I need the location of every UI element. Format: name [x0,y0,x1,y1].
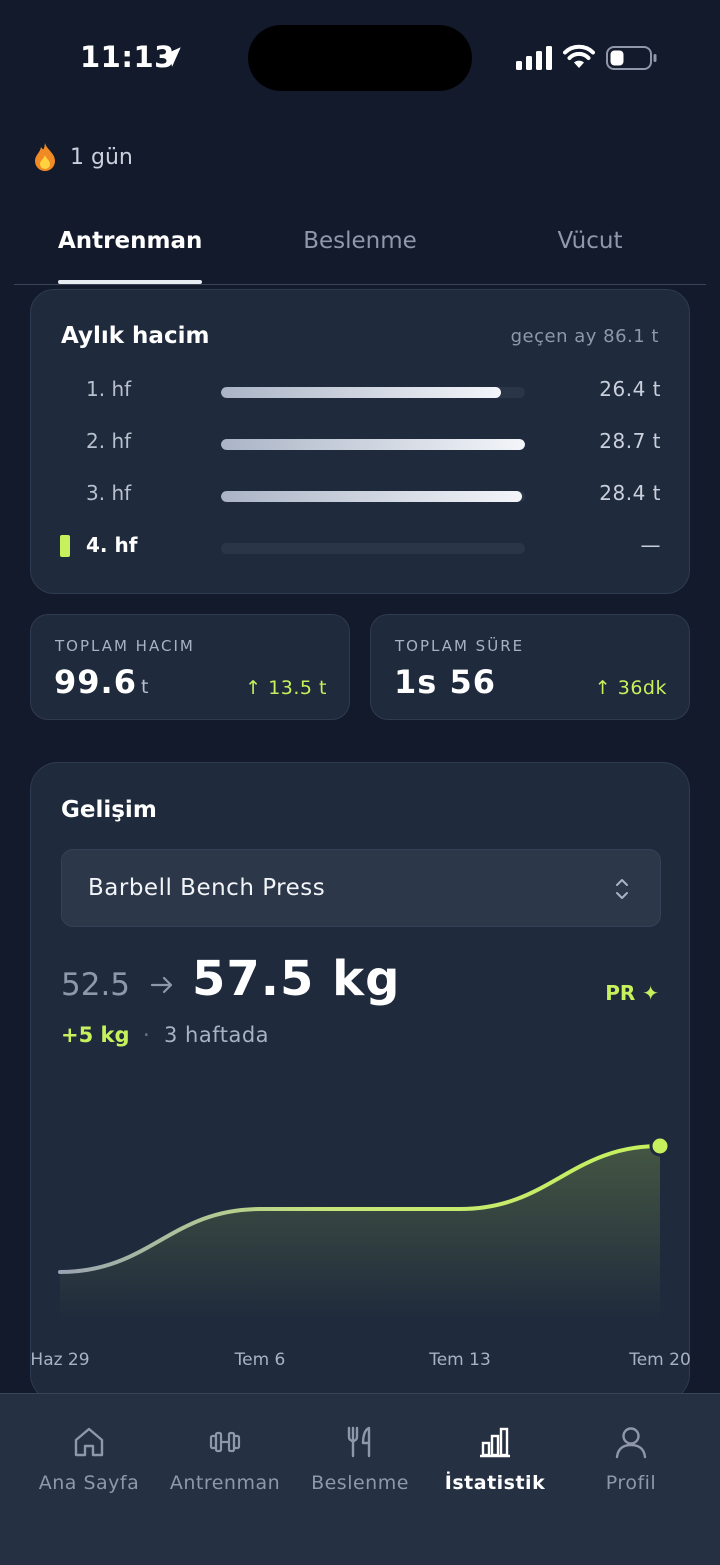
nav-label: Beslenme [311,1472,409,1494]
dumbbell-icon [209,1431,241,1453]
x-tick-label: Tem 6 [234,1350,286,1370]
user-icon [615,1427,647,1459]
home-icon [74,1427,104,1457]
fork-knife-icon [347,1426,371,1458]
nav-item-nutrition[interactable]: Beslenme [288,1424,432,1494]
nav-label: Antrenman [169,1472,281,1494]
nav-item-workout[interactable]: Antrenman [153,1424,297,1494]
nav-item-profile[interactable]: Profil [559,1424,703,1494]
progress-line-chart [58,1135,671,1320]
bottom-navigation: Ana Sayfa Antrenman Beslenme İstatistik [0,1393,720,1565]
nav-label: İstatistik [444,1472,546,1494]
bar-chart-icon [480,1427,510,1458]
chart-point-highlight [649,1135,671,1157]
x-tick-label: Tem 13 [429,1350,491,1370]
x-tick-label: Haz 29 [30,1350,90,1370]
x-tick-label: Tem 20 [629,1350,691,1370]
nav-label: Ana Sayfa [38,1472,140,1494]
nav-item-home[interactable]: Ana Sayfa [17,1424,161,1494]
nav-label: Profil [605,1472,657,1494]
nav-item-statistics[interactable]: İstatistik [423,1424,567,1494]
